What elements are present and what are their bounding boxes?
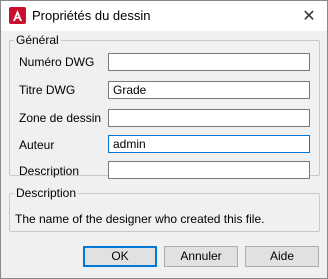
general-legend: Général	[16, 33, 59, 47]
author-label: Auteur	[19, 138, 55, 152]
dwg-title-field[interactable]	[108, 81, 310, 99]
close-icon[interactable]: ✕	[291, 1, 327, 31]
ok-button[interactable]: OK	[83, 246, 157, 267]
drawing-area-label: Zone de dessin	[19, 111, 102, 125]
autocad-icon	[9, 7, 26, 24]
dwg-number-label: Numéro DWG	[19, 55, 95, 69]
general-group: Général Numéro DWG Titre DWG Zone de des…	[9, 33, 320, 179]
dwg-number-field[interactable]	[108, 53, 310, 71]
cancel-button[interactable]: Annuler	[164, 246, 238, 267]
drawing-area-field[interactable]	[108, 109, 310, 127]
dwg-title-label: Titre DWG	[19, 83, 76, 97]
author-field[interactable]	[108, 135, 310, 153]
description-legend: Description	[16, 186, 77, 200]
dialog-title: Propriétés du dessin	[32, 8, 151, 23]
help-button[interactable]: Aide	[245, 246, 319, 267]
drawing-properties-dialog: Propriétés du dessin ✕ Général Numéro DW…	[0, 0, 328, 279]
description-text: The name of the designer who created thi…	[15, 212, 265, 226]
description-label: Description	[19, 164, 80, 178]
description-group: Description The name of the designer who…	[9, 186, 320, 232]
title-bar: Propriétés du dessin ✕	[1, 1, 327, 31]
description-field[interactable]	[108, 161, 310, 179]
